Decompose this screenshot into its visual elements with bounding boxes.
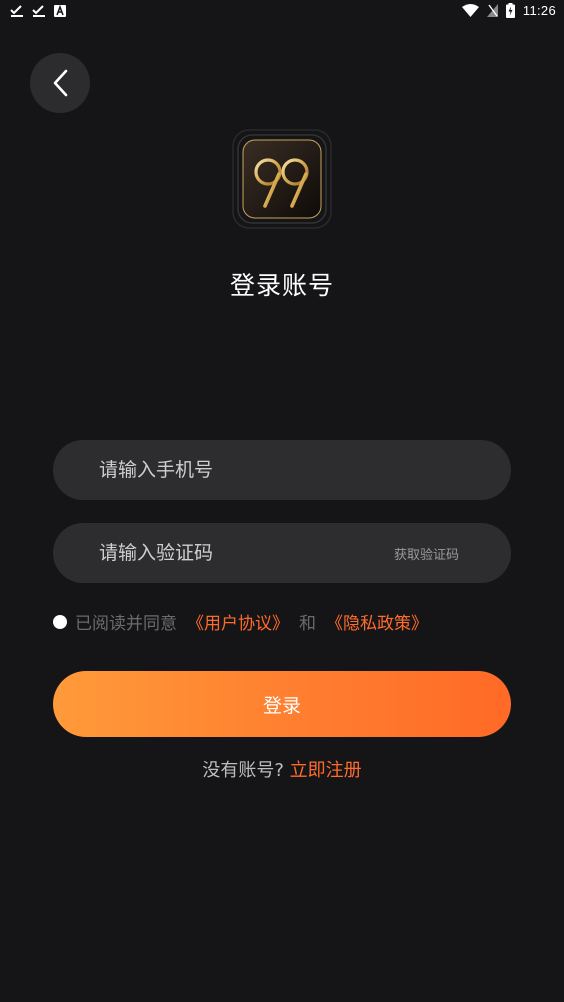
agreement-row: 已阅读并同意 《用户协议》 和 《隐私政策》 xyxy=(53,609,428,634)
wifi-icon xyxy=(461,4,479,17)
user-agreement-link[interactable]: 《用户协议》 xyxy=(187,609,289,634)
register-row: 没有账号? 立即注册 xyxy=(0,756,564,782)
phone-field[interactable] xyxy=(53,440,511,500)
back-button[interactable] xyxy=(30,53,90,113)
status-bar: 11:26 xyxy=(0,0,564,24)
chevron-left-icon xyxy=(53,69,68,97)
register-link[interactable]: 立即注册 xyxy=(290,760,362,781)
status-right-icons: 11:26 xyxy=(461,3,556,18)
privacy-policy-link[interactable]: 《隐私政策》 xyxy=(326,609,428,634)
verification-code-field[interactable]: 获取验证码 xyxy=(53,523,511,583)
check-download-icon xyxy=(10,5,23,17)
app-notification-icon xyxy=(54,5,66,17)
get-code-button[interactable]: 获取验证码 xyxy=(394,523,459,583)
status-time: 11:26 xyxy=(522,3,556,18)
no-sim-icon xyxy=(486,4,498,17)
check-download-icon xyxy=(32,5,45,17)
agreement-and: 和 xyxy=(299,614,316,634)
page-title: 登录账号 xyxy=(229,271,334,300)
agreement-radio[interactable] xyxy=(53,614,67,629)
status-left-icons xyxy=(10,4,66,18)
register-question: 没有账号? xyxy=(202,760,284,781)
login-button[interactable]: 登录 xyxy=(53,671,511,737)
verification-code-input[interactable] xyxy=(99,542,359,564)
app-logo xyxy=(232,129,332,229)
agreement-prefix: 已阅读并同意 xyxy=(75,614,177,634)
phone-input[interactable] xyxy=(99,459,359,481)
battery-charging-icon xyxy=(505,3,515,18)
